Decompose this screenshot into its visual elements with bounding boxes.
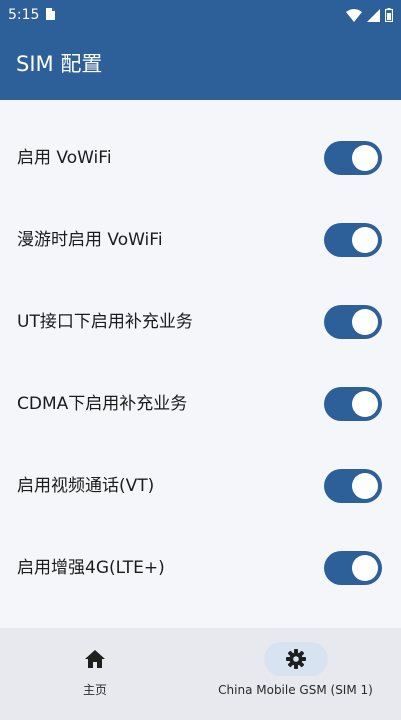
setting-row-cdma-supplementary[interactable]: CDMA下启用补充业务 [0, 364, 401, 446]
nav-selected-pill [263, 642, 328, 676]
toggle-thumb [352, 391, 378, 417]
bottom-navigation: 主页 China Mobile GSM (SIM 1) [0, 628, 401, 720]
toggle-thumb [352, 309, 378, 335]
setting-label: 漫游时启用 VoWiFi [17, 230, 163, 250]
setting-row-roaming-vowifi[interactable]: 漫游时启用 VoWiFi [0, 200, 401, 282]
setting-label: 启用增强4G(LTE+) [17, 558, 165, 578]
page-title: SIM 配置 [16, 52, 103, 76]
nav-label-home: 主页 [82, 683, 107, 697]
toggle-thumb [352, 473, 378, 499]
status-time: 5:15 [8, 7, 40, 23]
setting-row-ut-supplementary[interactable]: UT接口下启用补充业务 [0, 282, 401, 364]
toggle-thumb [352, 227, 378, 253]
status-icons [346, 7, 393, 23]
setting-label: 启用 VoWiFi [17, 148, 112, 168]
nav-item-sim[interactable]: China Mobile GSM (SIM 1) [190, 628, 401, 720]
gear-icon [285, 649, 306, 669]
vowifi-toggle[interactable] [324, 141, 382, 175]
setting-label: UT接口下启用补充业务 [17, 312, 193, 332]
nav-item-home[interactable]: 主页 [0, 628, 190, 720]
cdma-supplementary-toggle[interactable] [324, 387, 382, 421]
setting-row-video-call[interactable]: 启用视频通话(VT) [0, 446, 401, 528]
wifi-icon [346, 8, 362, 22]
setting-row-lte-plus[interactable]: 启用增强4G(LTE+) [0, 528, 401, 610]
app-bar: SIM 配置 [0, 30, 401, 100]
signal-icon [367, 8, 380, 22]
status-bar: 5:15 [0, 0, 401, 30]
toggle-thumb [352, 145, 378, 171]
home-icon [85, 650, 105, 668]
nav-label-sim: China Mobile GSM (SIM 1) [218, 683, 373, 697]
ut-supplementary-toggle[interactable] [324, 305, 382, 339]
nav-icon-container [63, 642, 127, 676]
battery-icon [385, 8, 393, 22]
roaming-vowifi-toggle[interactable] [324, 223, 382, 257]
notification-icon [46, 8, 55, 20]
settings-list: 启用 VoWiFi 漫游时启用 VoWiFi UT接口下启用补充业务 CDMA下… [0, 118, 401, 610]
lte-plus-toggle[interactable] [324, 551, 382, 585]
setting-label: 启用视频通话(VT) [17, 476, 155, 496]
setting-row-vowifi[interactable]: 启用 VoWiFi [0, 118, 401, 200]
video-call-toggle[interactable] [324, 469, 382, 503]
toggle-thumb [352, 555, 378, 581]
setting-label: CDMA下启用补充业务 [17, 394, 188, 414]
